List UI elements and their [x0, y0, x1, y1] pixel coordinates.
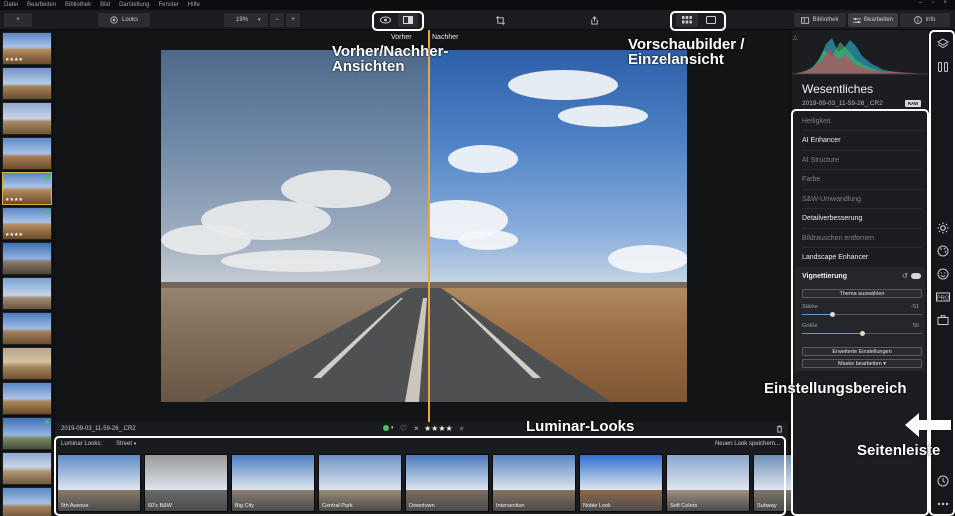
- annotation-thumbnails: Vorschaubilder / Einzelansicht: [628, 36, 745, 68]
- menu-fenster[interactable]: Fenster: [158, 2, 178, 8]
- annotation-sidebar: Seitenleiste: [857, 442, 941, 459]
- road-graphic: [201, 288, 611, 402]
- trash-icon[interactable]: [776, 425, 783, 433]
- menu-bar: Datei Bearbeiten Bibliothek Bild Darstel…: [0, 0, 955, 10]
- zoom-value: 19%: [236, 17, 249, 23]
- panel-title: Wesentliches: [802, 82, 874, 96]
- crop-button[interactable]: [490, 13, 510, 27]
- looks-icon: [110, 16, 118, 24]
- tab-info[interactable]: Info: [900, 13, 950, 27]
- menu-datei[interactable]: Datei: [4, 2, 18, 8]
- sliders-icon: [852, 17, 861, 23]
- luminar-app-window: Datei Bearbeiten Bibliothek Bild Darstel…: [0, 0, 955, 516]
- edited-indicator: [45, 420, 49, 424]
- canvas-filename: 2019-09-03_11-59-26_.CR2: [61, 426, 136, 432]
- share-icon: [590, 15, 598, 25]
- reject-icon[interactable]: ×: [414, 424, 419, 433]
- image-info-bar: 2019-09-03_11-59-26_.CR2 ▾ ♡ × ★★★★ ★: [55, 422, 788, 436]
- library-icon: [801, 16, 810, 24]
- zoom-minus-label: −: [275, 17, 279, 23]
- filmstrip-thumbnail[interactable]: [2, 137, 52, 170]
- zoom-in-button[interactable]: +: [286, 13, 300, 27]
- edited-indicator: [45, 210, 49, 214]
- annotation-before-after: Vorher/Nachher- Ansichten: [332, 43, 449, 75]
- menu-darstellung[interactable]: Darstellung: [119, 2, 149, 8]
- zoom-out-button[interactable]: −: [270, 13, 284, 27]
- tab-bearbeiten-label: Bearbeiten: [863, 17, 894, 23]
- filmstrip-thumbnail[interactable]: [2, 417, 52, 450]
- menu-bild[interactable]: Bild: [100, 2, 110, 8]
- tab-bearbeiten[interactable]: Bearbeiten: [848, 13, 898, 27]
- heart-icon[interactable]: ♡: [400, 424, 407, 433]
- filmstrip-thumbnail[interactable]: [2, 487, 52, 516]
- thumbnail-rating: ★★★★: [5, 197, 23, 203]
- filmstrip-thumbnail[interactable]: [2, 242, 52, 275]
- info-icon: [914, 16, 923, 24]
- tab-bibliothek[interactable]: Bibliothek: [794, 13, 846, 27]
- filmstrip: ★★★★ ★★★★ ★★★★: [0, 30, 55, 516]
- annotation-luminar-looks: Luminar-Looks: [526, 418, 635, 435]
- window-controls[interactable]: – ▫ ×: [919, 0, 951, 6]
- annotation-settings: Einstellungsbereich: [764, 380, 907, 397]
- crop-icon: [495, 15, 505, 25]
- filmstrip-thumbnail[interactable]: [2, 452, 52, 485]
- add-label: +: [16, 17, 20, 23]
- image-canvas[interactable]: Vorher Nachher: [55, 30, 788, 422]
- raw-badge: RAW: [905, 100, 921, 107]
- add-images-button[interactable]: +: [4, 13, 32, 27]
- thumbnail-rating: ★★★★: [5, 57, 23, 63]
- edited-indicator: [45, 175, 49, 179]
- zoom-plus-label: +: [291, 17, 295, 23]
- tab-bibliothek-label: Bibliothek: [812, 17, 839, 23]
- star-rating-empty[interactable]: ★: [458, 424, 465, 433]
- filmstrip-thumbnail-selected[interactable]: ★★★★: [2, 172, 52, 205]
- thumbnail-rating: ★★★★: [5, 232, 23, 238]
- annotation-box-looks: [54, 436, 786, 516]
- filmstrip-thumbnail[interactable]: ★★★★: [2, 207, 52, 240]
- menu-bearbeiten[interactable]: Bearbeiten: [27, 2, 56, 8]
- svg-text:△: △: [793, 35, 798, 41]
- share-button[interactable]: [584, 13, 604, 27]
- road-photo[interactable]: [161, 50, 687, 402]
- star-rating[interactable]: ★★★★: [424, 424, 453, 433]
- vorher-label: Vorher: [391, 34, 412, 41]
- color-label-dropdown[interactable]: ▾: [391, 425, 394, 431]
- filmstrip-thumbnail[interactable]: [2, 382, 52, 415]
- panel-filename: 2019-09-03_11-59-26_.CR2: [802, 100, 883, 107]
- nachher-label: Nachher: [432, 34, 459, 41]
- histogram: △: [792, 35, 928, 75]
- tab-info-label: Info: [925, 17, 936, 23]
- color-label-dot[interactable]: [383, 425, 389, 431]
- menu-bibliothek[interactable]: Bibliothek: [65, 2, 91, 8]
- menu-hilfe[interactable]: Hilfe: [188, 2, 200, 8]
- filmstrip-thumbnail[interactable]: [2, 277, 52, 310]
- annotation-box-before-after: [372, 11, 424, 31]
- filmstrip-thumbnail[interactable]: [2, 102, 52, 135]
- filmstrip-thumbnail[interactable]: [2, 347, 52, 380]
- annotation-box-thumbnails: [670, 11, 726, 31]
- zoom-select[interactable]: 19% ▾: [224, 13, 268, 27]
- filmstrip-thumbnail[interactable]: [2, 312, 52, 345]
- filmstrip-thumbnail[interactable]: ★★★★: [2, 32, 52, 65]
- looks-button[interactable]: Looks: [98, 13, 150, 27]
- looks-label: Looks: [121, 17, 138, 23]
- before-after-divider[interactable]: [428, 30, 430, 422]
- top-toolbar: + Looks 19% ▾ − + Bibliothek Bearbeiten …: [0, 10, 955, 30]
- chevron-down-icon: ▾: [258, 17, 261, 23]
- filmstrip-thumbnail[interactable]: [2, 67, 52, 100]
- arrow-left-icon: [905, 413, 951, 437]
